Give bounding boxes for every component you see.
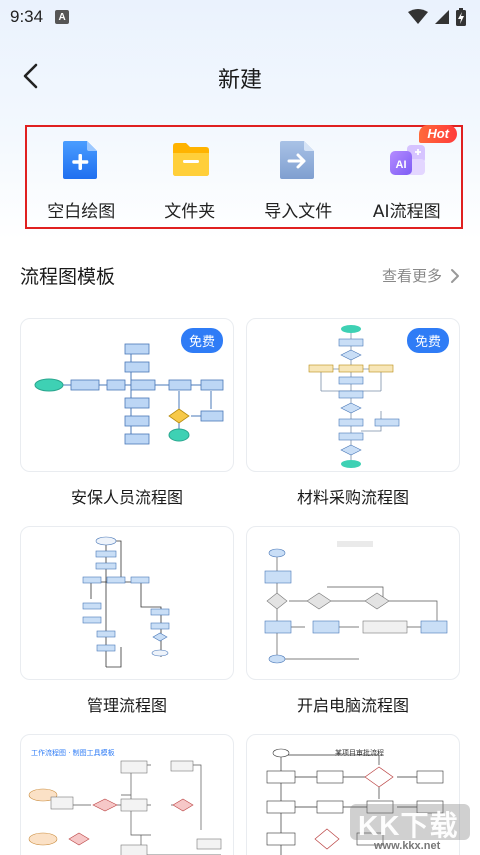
- notification-icon: A: [55, 10, 70, 24]
- thumb-title: 工作流程图 · 制图工具模板: [31, 748, 115, 757]
- flowchart-thumbnail: [264, 541, 448, 664]
- watermark-text: KK下载: [358, 810, 459, 841]
- chevron-right-icon: [451, 268, 459, 283]
- ai-flowchart-icon: AI: [387, 139, 427, 181]
- import-file-label: 导入文件: [264, 202, 333, 222]
- template-name: 管理流程图: [86, 696, 167, 715]
- blank-drawing-button[interactable]: 空白绘图: [27, 127, 136, 227]
- folder-button[interactable]: 文件夹: [136, 127, 245, 227]
- free-badge: 免费: [406, 328, 449, 353]
- template-card-boot-computer[interactable]: [246, 526, 460, 680]
- folder-icon: [170, 139, 210, 181]
- template-card-material-purchase[interactable]: 免费: [246, 318, 460, 472]
- signal-icon: [435, 10, 449, 24]
- status-time: 9:34: [10, 7, 44, 26]
- watermark-url: www.kkx.net: [374, 840, 441, 852]
- templates-section-header: 流程图模板 查看更多: [20, 258, 460, 292]
- blank-doc-plus-icon: [61, 139, 101, 181]
- view-more-link[interactable]: 查看更多: [382, 265, 460, 286]
- site-watermark: KK下载 www.kkx.net: [350, 800, 470, 855]
- battery-icon: [456, 8, 466, 26]
- flowchart-thumbnail: [82, 536, 170, 668]
- status-bar: 9:34 A: [0, 0, 480, 34]
- create-actions-panel: 空白绘图 文件夹 导入文件 Hot AI AI流程图: [25, 125, 463, 229]
- template-card-management[interactable]: [20, 526, 234, 680]
- template-name: 安保人员流程图: [70, 488, 183, 507]
- free-badge: 免费: [180, 328, 223, 353]
- svg-text:AI: AI: [395, 159, 406, 171]
- import-file-button[interactable]: 导入文件: [244, 127, 353, 227]
- import-file-icon: [278, 139, 318, 181]
- flowchart-thumbnail: 工作流程图 · 制图工具模板: [28, 748, 222, 855]
- view-more-label: 查看更多: [381, 267, 442, 285]
- template-name: 开启电脑流程图: [296, 696, 409, 715]
- folder-label: 文件夹: [164, 202, 216, 222]
- templates-section-title: 流程图模板: [20, 266, 116, 288]
- ai-flowchart-label: AI流程图: [372, 202, 441, 222]
- template-name: 材料采购流程图: [296, 488, 409, 507]
- title-bar: 新建: [0, 50, 480, 102]
- wifi-icon: [408, 9, 428, 24]
- ai-flowchart-button[interactable]: Hot AI AI流程图: [353, 125, 462, 227]
- template-card-work-flow[interactable]: 工作流程图 · 制图工具模板: [20, 734, 234, 855]
- page-title: 新建: [217, 68, 262, 93]
- thumb-title: 某项目审批流程: [335, 748, 384, 757]
- template-card-security-staff[interactable]: 免费: [20, 318, 234, 472]
- blank-drawing-label: 空白绘图: [47, 202, 116, 222]
